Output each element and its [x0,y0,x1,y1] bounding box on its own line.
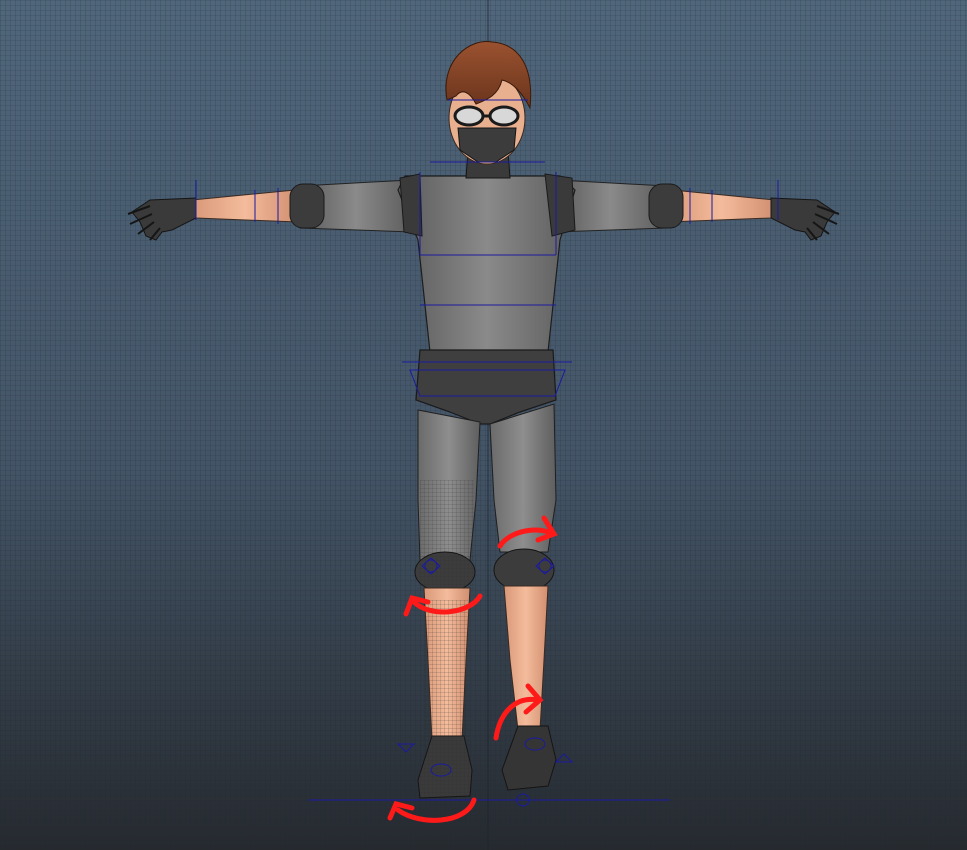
right-elbow-pad [648,183,684,229]
left-shoulder-cap [399,173,423,237]
left-knee-mesh [418,556,474,590]
left-goggle [453,105,485,127]
left-shin-mesh [424,600,468,740]
right-goggle [488,105,520,127]
left-shoe-mesh [420,736,470,796]
right-knee-pad [493,548,555,592]
left-thigh-mesh [420,480,474,560]
3d-viewport[interactable] [0,0,967,850]
left-elbow-pad [289,183,325,229]
viewport-canvas[interactable] [0,0,967,850]
